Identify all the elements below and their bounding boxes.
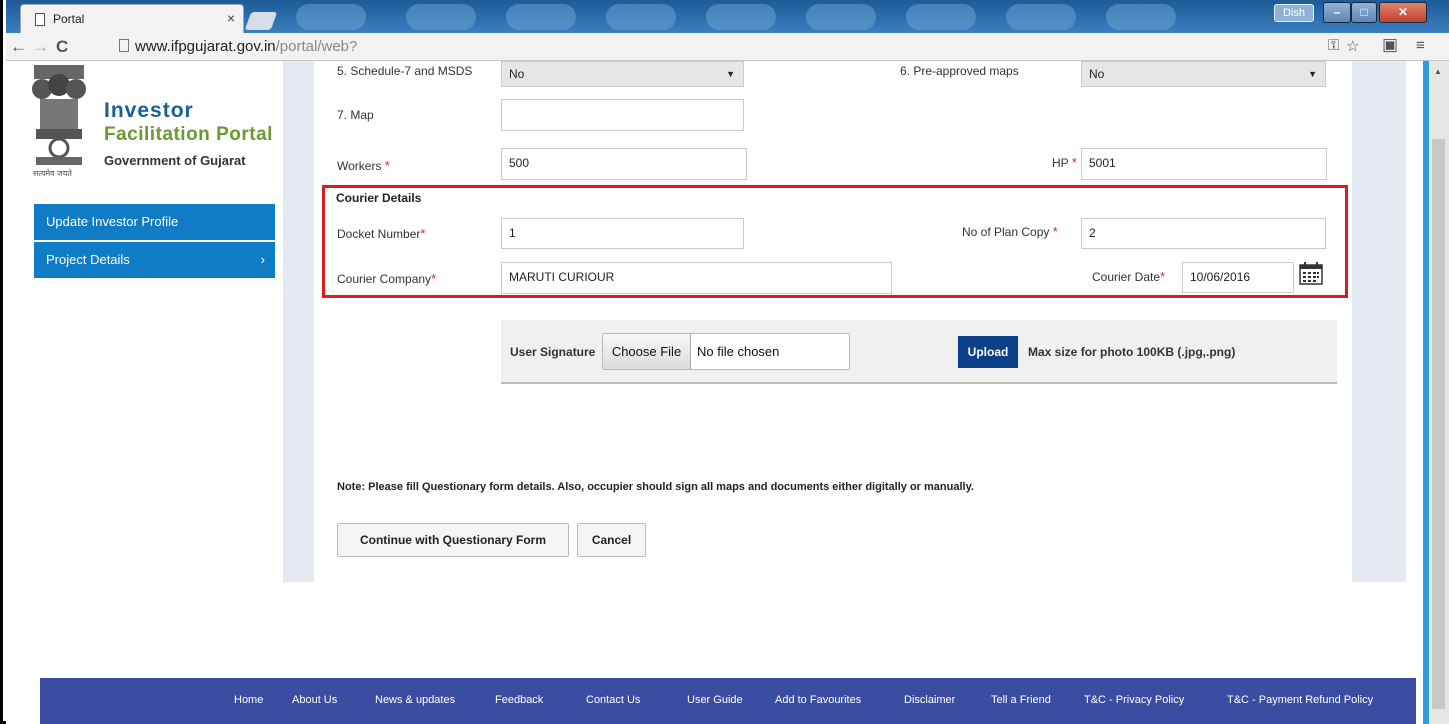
url-path: /portal/web? [275,38,358,55]
reload-icon[interactable]: C [56,37,68,57]
logo-government: Government of Gujarat [104,153,246,168]
address-bar[interactable]: www.ifpgujarat.gov.in/portal/web? [119,36,1409,58]
footer-link-refund[interactable]: T&C - Payment Refund Policy [1227,694,1373,706]
sidebar-item-label: Project Details [46,252,130,267]
web-page: Investor Facilitation Portal Government … [6,61,1449,724]
signature-label: User Signature [510,345,596,359]
taskbar-blob [606,4,676,30]
schedule-value: No [509,67,525,81]
footer-link-privacy[interactable]: T&C - Privacy Policy [1084,694,1184,706]
footer-link-home[interactable]: Home [234,694,263,706]
dropdown-arrow-icon: ▼ [1308,69,1317,79]
taskbar-blob [1106,4,1176,30]
page-scrollbar[interactable]: ▲ [1423,61,1449,724]
scrollbar-thumb[interactable] [1432,139,1445,709]
logo-motto: सत्यमेव जयते [33,169,72,178]
hp-label: HP * [1052,155,1077,170]
footer-link-news[interactable]: News & updates [375,694,455,706]
new-tab-button[interactable] [244,12,278,30]
courier-company-input[interactable]: MARUTI CURIOUR [501,262,892,294]
taskbar-blob [296,4,366,30]
upload-hint: Max size for photo 100KB (.jpg,.png) [1028,345,1236,359]
tab-strip: Portal × Dish – □ ✕ [6,0,1449,33]
browser-window: Portal × Dish – □ ✕ ← → C www.ifpgujarat… [0,0,1449,724]
url-host: www.ifpgujarat.gov.in [135,38,276,55]
courier-company-label: Courier Company* [337,271,437,286]
scroll-up-icon[interactable]: ▲ [1434,67,1442,76]
sidebar-item-update-profile[interactable]: Update Investor Profile [34,204,275,240]
form-note: Note: Please fill Questionary form detai… [337,481,974,493]
footer-link-contact[interactable]: Contact Us [586,694,640,706]
footer-link-favourites[interactable]: Add to Favourites [775,694,861,706]
taskbar-blob [506,4,576,30]
preapproved-label: 6. Pre-approved maps [900,64,1019,78]
file-input[interactable]: Choose File No file chosen [602,333,850,370]
map-label: 7. Map [337,108,374,122]
chevron-right-icon: › [260,252,265,267]
footer-bar: Home About Us News & updates Feedback Co… [40,678,1416,724]
back-icon[interactable]: ← [10,37,27,57]
schedule-select[interactable]: No ▼ [501,61,744,87]
taskbar-blob [1006,4,1076,30]
maximize-button[interactable]: □ [1351,2,1377,23]
footer-link-tell-friend[interactable]: Tell a Friend [991,694,1051,706]
workers-label: Workers * [337,158,390,173]
extension-icon[interactable]: ▣ [1382,35,1398,55]
hp-input[interactable]: 5001 [1081,148,1327,180]
forward-icon[interactable]: → [32,37,49,57]
choose-file-button[interactable]: Choose File [603,334,691,369]
footer-link-guide[interactable]: User Guide [687,694,743,706]
courier-section-title: Courier Details [336,191,422,205]
browser-tab[interactable]: Portal × [20,4,244,33]
plan-copy-label: No of Plan Copy * [962,224,1058,239]
sidebar-item-label: Update Investor Profile [46,214,179,229]
signature-upload-area: User Signature Choose File No file chose… [501,320,1337,384]
docket-input[interactable]: 1 [501,218,744,249]
dropdown-arrow-icon: ▼ [726,69,735,79]
menu-icon[interactable]: ≡ [1416,37,1425,54]
courier-date-label: Courier Date* [1092,269,1166,284]
logo-title: Investor [104,99,194,122]
minimize-button[interactable]: – [1323,2,1351,23]
docket-label: Docket Number* [337,226,426,241]
upload-button[interactable]: Upload [958,336,1018,368]
workers-input[interactable]: 500 [501,148,747,180]
preapproved-select[interactable]: No ▼ [1081,61,1326,87]
footer-link-disclaimer[interactable]: Disclaimer [904,694,955,706]
calendar-icon[interactable] [1298,262,1324,286]
page-icon [119,39,129,52]
courier-date-input[interactable]: 10/06/2016 [1182,262,1294,293]
emblem-icon [32,65,86,165]
page-icon [35,13,45,26]
continue-questionary-button[interactable]: Continue with Questionary Form [337,523,569,557]
taskbar-blob [706,4,776,30]
schedule-label: 5. Schedule-7 and MSDS [337,64,473,78]
taskbar-blob [806,4,876,30]
footer-link-feedback[interactable]: Feedback [495,694,543,706]
taskbar-blob [906,4,976,30]
key-icon[interactable]: ⚿ [1328,37,1339,54]
preapproved-value: No [1089,67,1105,81]
sidebar-item-project-details[interactable]: Project Details › [34,242,275,278]
profile-badge[interactable]: Dish [1274,4,1314,22]
star-icon[interactable]: ☆ [1346,37,1359,55]
file-status: No file chosen [697,344,780,359]
taskbar-blob [406,4,476,30]
logo-subtitle: Facilitation Portal [104,124,273,145]
plan-copy-input[interactable]: 2 [1081,218,1326,249]
tab-close-icon[interactable]: × [227,10,235,26]
tab-title: Portal [53,12,85,26]
footer-link-about[interactable]: About Us [292,694,337,706]
map-input[interactable] [501,99,744,131]
cancel-button[interactable]: Cancel [577,523,646,557]
browser-toolbar: ← → C www.ifpgujarat.gov.in/portal/web? … [6,33,1449,61]
close-window-button[interactable]: ✕ [1379,2,1427,23]
